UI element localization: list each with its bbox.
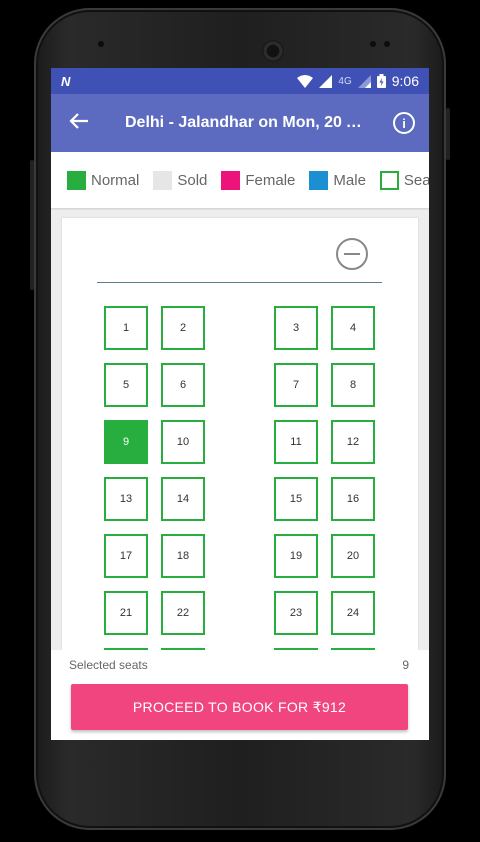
seat[interactable]: 1 bbox=[104, 306, 148, 350]
seat[interactable]: 9 bbox=[104, 420, 148, 464]
sensor-icon bbox=[98, 41, 104, 47]
seat[interactable]: 24 bbox=[331, 591, 375, 635]
seat[interactable]: 23 bbox=[274, 591, 318, 635]
seat[interactable]: 8 bbox=[331, 363, 375, 407]
selected-seats-value: 9 bbox=[402, 658, 409, 672]
signal-weak-icon bbox=[357, 74, 371, 88]
sensor-icon bbox=[370, 41, 376, 47]
seat[interactable]: 19 bbox=[274, 534, 318, 578]
proceed-to-book-button[interactable]: PROCEED TO BOOK FOR ₹912 bbox=[71, 684, 408, 730]
legend-swatch bbox=[153, 170, 173, 190]
wifi-icon bbox=[297, 74, 314, 88]
seat[interactable]: 15 bbox=[274, 477, 318, 521]
n-logo-icon: N bbox=[61, 73, 71, 89]
seat[interactable]: 13 bbox=[104, 477, 148, 521]
seat[interactable]: 21 bbox=[104, 591, 148, 635]
legend-swatch bbox=[221, 170, 241, 190]
seat-legend: Normal Sold Female Male Sea bbox=[51, 152, 429, 208]
app-bar: Delhi - Jalandhar on Mon, 20 A... i bbox=[51, 94, 429, 152]
legend-label: Sea bbox=[403, 171, 429, 189]
seat[interactable]: 14 bbox=[161, 477, 205, 521]
back-arrow-icon[interactable] bbox=[51, 110, 107, 136]
seat[interactable]: 3 bbox=[274, 306, 318, 350]
selected-seats-label: Selected seats bbox=[69, 658, 148, 672]
legend-item: Sea bbox=[379, 170, 429, 190]
steering-wheel-icon bbox=[336, 238, 368, 270]
seat[interactable]: 20 bbox=[331, 534, 375, 578]
info-icon[interactable]: i bbox=[393, 112, 415, 134]
seat[interactable]: 6 bbox=[161, 363, 205, 407]
clock: 9:06 bbox=[391, 73, 419, 89]
legend-item: Female bbox=[221, 170, 296, 190]
legend-label: Sold bbox=[177, 171, 208, 189]
legend-item: Sold bbox=[153, 170, 208, 190]
driver-divider bbox=[97, 282, 382, 283]
seat[interactable]: 22 bbox=[161, 591, 205, 635]
seat[interactable]: 10 bbox=[161, 420, 205, 464]
front-camera-icon bbox=[262, 40, 284, 62]
status-bar: N 4G 9:06 bbox=[51, 68, 429, 94]
seat[interactable]: 4 bbox=[331, 306, 375, 350]
seat[interactable]: 17 bbox=[104, 534, 148, 578]
legend-swatch bbox=[379, 170, 399, 190]
power-button bbox=[446, 108, 450, 160]
seat-layout[interactable]: 1 2 3 4 5 6 7 8 9 10 11 12 13 14 15 16 17 18 19 20 21 22 23 24 bbox=[62, 218, 418, 718]
volume-button bbox=[30, 160, 34, 290]
legend-item: Male bbox=[309, 170, 366, 190]
legend-label: Male bbox=[333, 171, 366, 189]
seat[interactable]: 11 bbox=[274, 420, 318, 464]
seat[interactable]: 2 bbox=[161, 306, 205, 350]
page-title: Delhi - Jalandhar on Mon, 20 A... bbox=[125, 114, 367, 131]
booking-footer: Selected seats 9 PROCEED TO BOOK FOR ₹91… bbox=[51, 650, 429, 740]
seat[interactable]: 7 bbox=[274, 363, 318, 407]
signal-icon bbox=[319, 74, 333, 88]
battery-icon bbox=[376, 74, 386, 88]
legend-item: Normal bbox=[67, 170, 140, 190]
network-type: 4G bbox=[338, 75, 352, 87]
seat[interactable]: 5 bbox=[104, 363, 148, 407]
seat[interactable]: 12 bbox=[331, 420, 375, 464]
status-icons: 4G 9:06 bbox=[297, 73, 419, 89]
legend-swatch bbox=[67, 170, 86, 190]
seat[interactable]: 16 bbox=[331, 477, 375, 521]
legend-label: Normal bbox=[91, 171, 140, 189]
seat[interactable]: 18 bbox=[161, 534, 205, 578]
legend-swatch bbox=[309, 170, 329, 190]
legend-label: Female bbox=[245, 171, 296, 189]
sensor-icon bbox=[384, 41, 390, 47]
screen: N 4G 9:06 Delhi - Jalandhar on Mon, 20 A… bbox=[51, 68, 429, 740]
